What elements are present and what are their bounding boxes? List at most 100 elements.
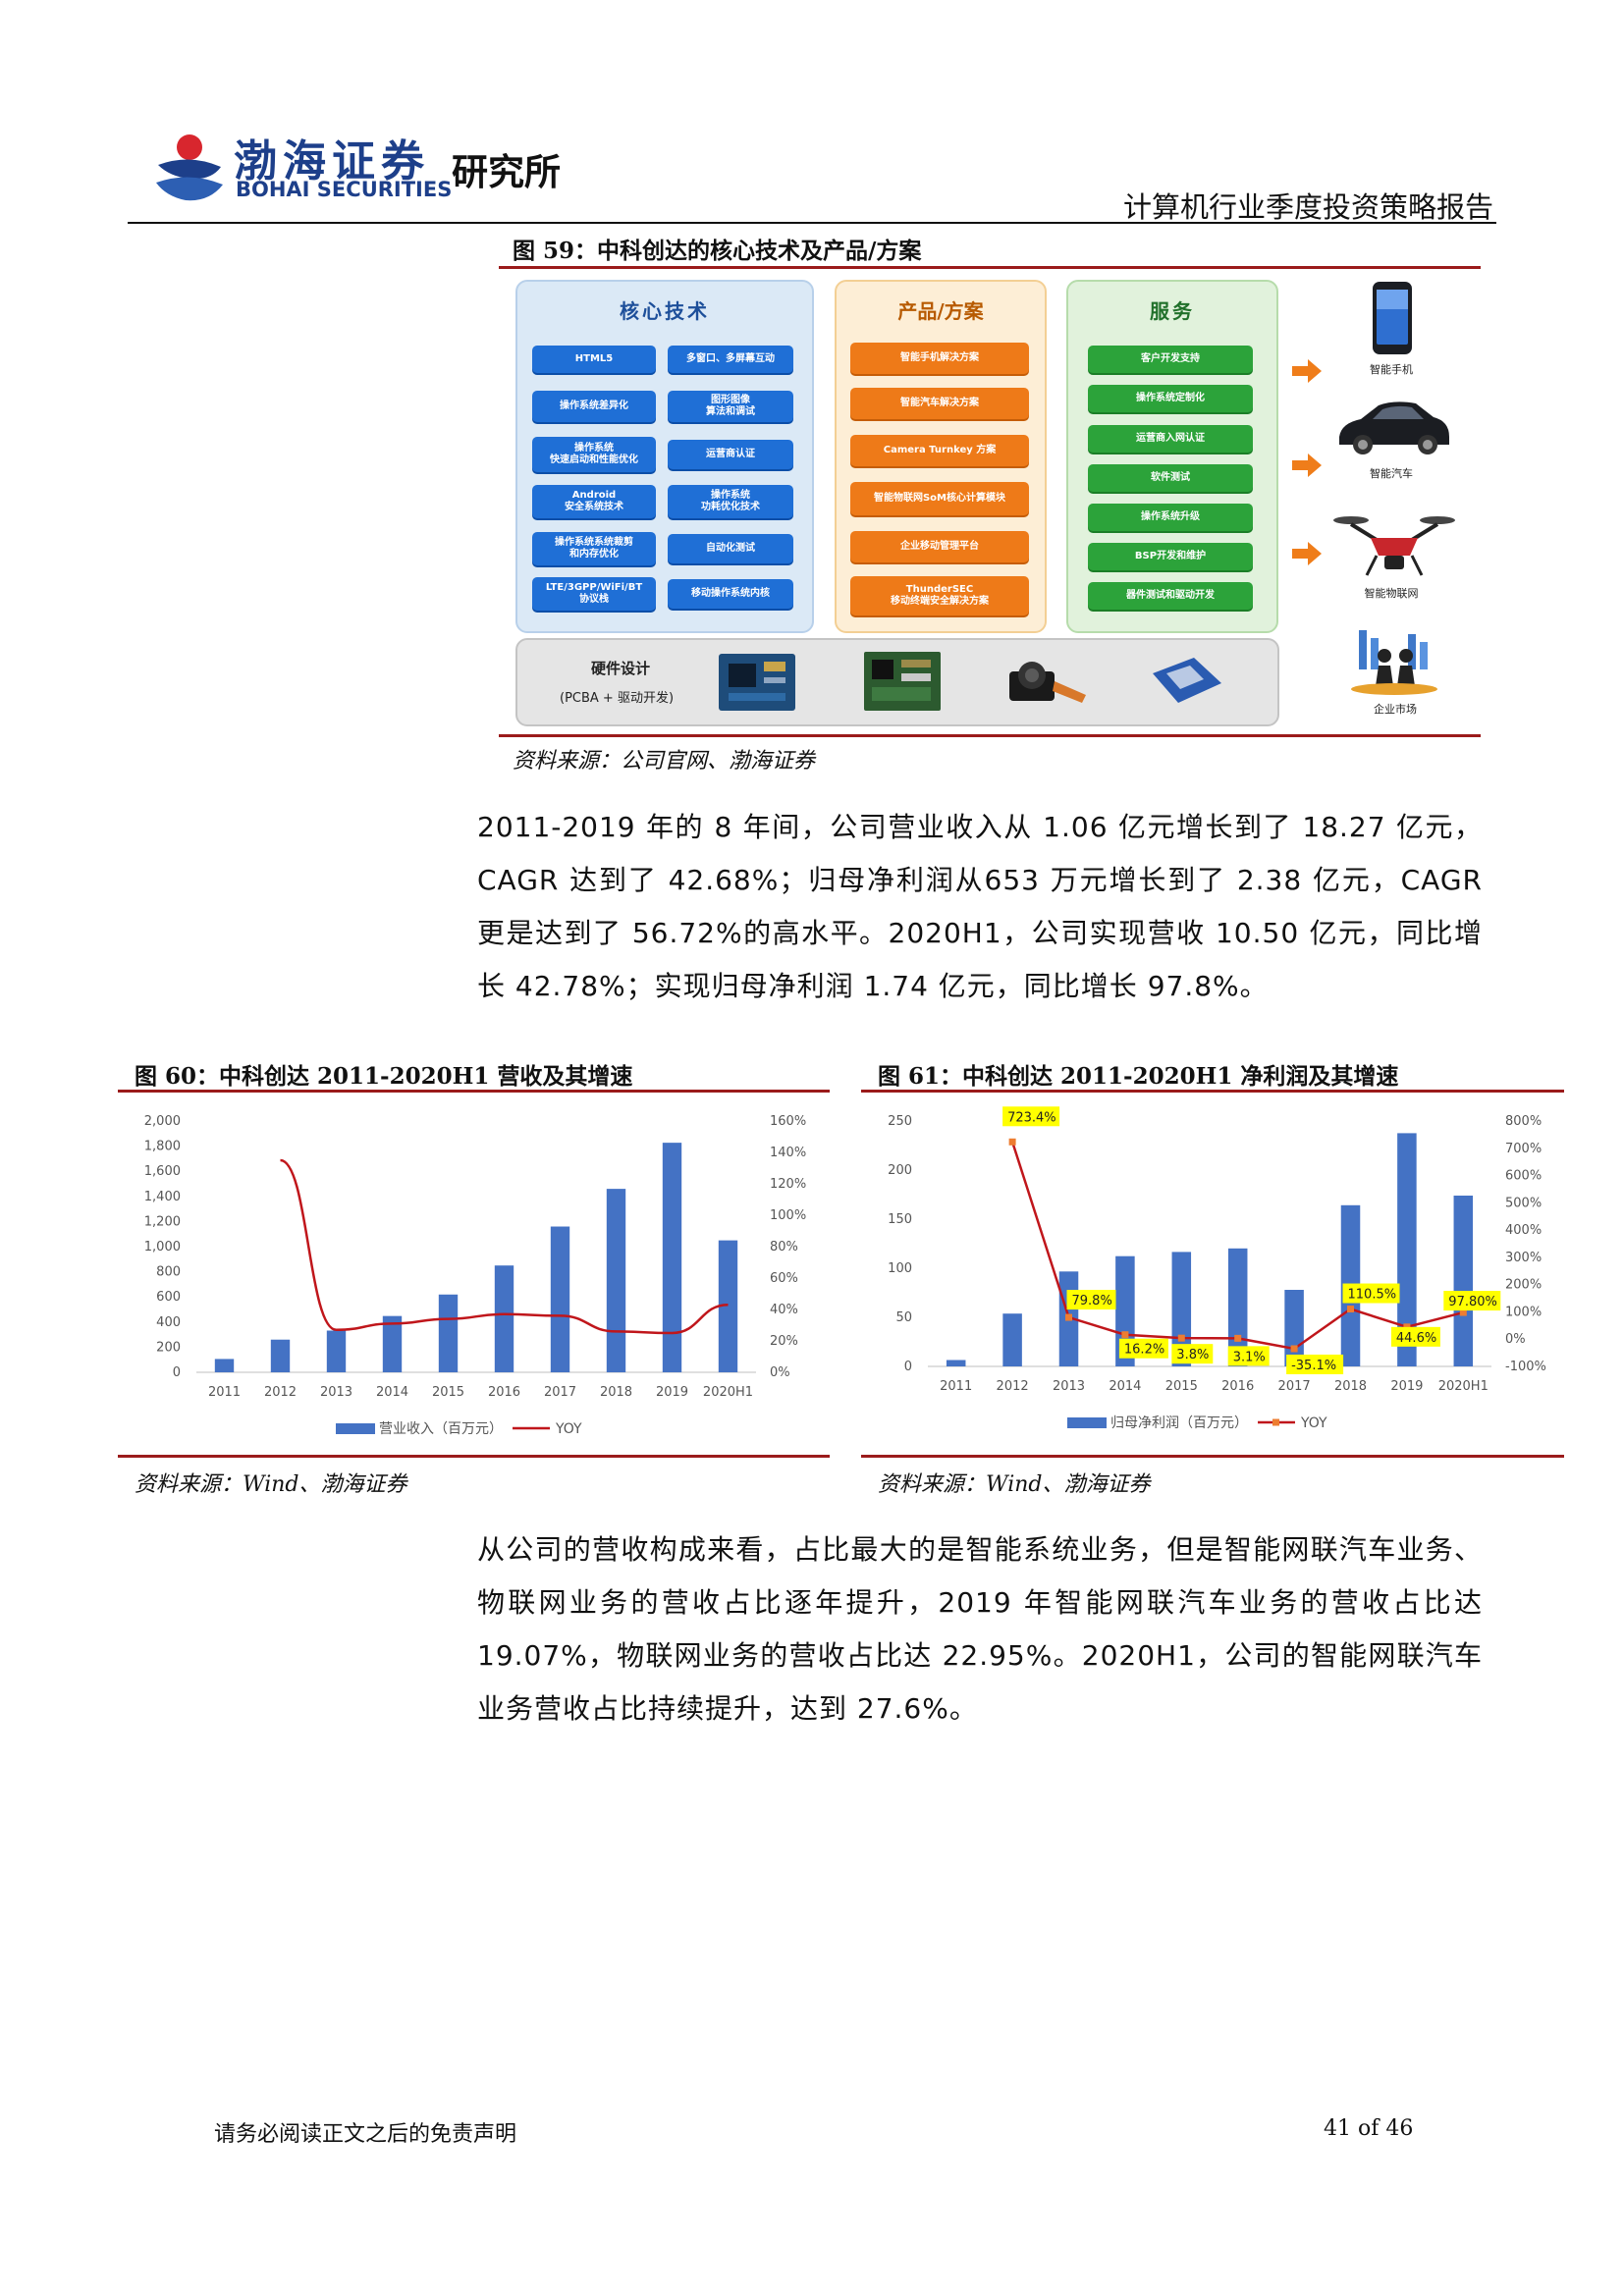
net-profit-chart: 0 50 100 150 200 250 -100% 0% 100% 200% 300% 400% 50… — [888, 1106, 1546, 1431]
product-item: 智能手机解决方案 — [850, 343, 1029, 374]
y-right-tick-label: 500% — [1505, 1196, 1542, 1210]
x-tick-label: 2012 — [997, 1379, 1029, 1394]
x-tick-label: 2017 — [544, 1385, 576, 1400]
product-item: ThunderSEC 移动终端安全解决方案 — [850, 576, 1029, 615]
y-left-tick-label: 250 — [888, 1114, 912, 1129]
institute-name: 研究所 — [452, 151, 561, 193]
figure-59-caption: 图 59：中科创达的核心技术及产品/方案 — [513, 238, 922, 264]
yoy-data-label: 44.6% — [1396, 1331, 1436, 1346]
x-tick-label: 2016 — [488, 1385, 520, 1400]
x-tick-label: 2013 — [320, 1385, 352, 1400]
legend-line-marker — [1272, 1418, 1279, 1426]
service-item: 客户开发支持 — [1088, 346, 1253, 373]
x-tick-label: 2018 — [1334, 1379, 1367, 1394]
bar — [438, 1294, 459, 1372]
bar — [550, 1226, 570, 1372]
y-left-tick-label: 1,000 — [144, 1240, 181, 1255]
camera-module-icon — [1009, 662, 1086, 703]
x-tick-label: 2011 — [208, 1385, 241, 1400]
revenue-chart: 0 200 400 600 800 1,000 1,200 1,400 1,600 1,800 2,… — [144, 1114, 806, 1437]
y-right-tick-label: 800% — [1505, 1114, 1542, 1129]
arrow-right-icon — [1292, 454, 1322, 477]
y-right-tick-label: 80% — [770, 1240, 798, 1255]
core-tech-item: LTE/3GPP/WiFi/BT 协议栈 — [532, 577, 656, 611]
y-right-tick-label: 400% — [1505, 1223, 1542, 1238]
arrow-right-icon — [1292, 542, 1322, 565]
service-item: 运营商入网认证 — [1088, 425, 1253, 453]
x-tick-label: 2014 — [1109, 1379, 1141, 1394]
company-logo — [152, 126, 227, 206]
logo-mark-icon — [156, 134, 223, 201]
core-tech-item: 操作系统系统裁剪 和内存优化 — [532, 532, 656, 565]
y-left-tick-label: 0 — [173, 1365, 181, 1380]
y-right-tick-label: 600% — [1505, 1169, 1542, 1184]
bar — [662, 1143, 682, 1372]
y-left-tick-label: 100 — [888, 1261, 912, 1276]
hardware-title: 硬件设计 — [591, 660, 651, 677]
y-right-tick-label: 200% — [1505, 1278, 1542, 1293]
header-rule — [128, 222, 1496, 224]
product-item: 企业移动管理平台 — [850, 531, 1029, 562]
disclaimer-note: 请务必阅读正文之后的免责声明 — [214, 2122, 517, 2147]
core-tech-item: 操作系统 功耗优化技术 — [668, 485, 793, 518]
core-tech-item: 移动操作系统内核 — [668, 579, 793, 609]
core-tech-title: 核心技术 — [620, 299, 710, 323]
y-left-tick-label: 1,800 — [144, 1140, 181, 1154]
logo-english-name: BOHAI SECURITIES — [236, 178, 453, 201]
x-tick-label: 2015 — [432, 1385, 464, 1400]
figure-60-source: 资料来源：Wind、渤海证券 — [135, 1472, 407, 1497]
y-left-tick-label: 50 — [895, 1310, 912, 1325]
core-tech-item: 自动化测试 — [668, 534, 793, 563]
hardware-subtitle: (PCBA + 驱动开发) — [560, 691, 675, 706]
x-tick-label: 2016 — [1221, 1379, 1254, 1394]
x-tick-label: 2020H1 — [1438, 1379, 1489, 1394]
x-tick-label: 2019 — [1390, 1379, 1423, 1394]
y-right-tick-label: -100% — [1505, 1360, 1546, 1374]
yoy-data-label: 110.5% — [1348, 1288, 1397, 1303]
bar — [494, 1265, 514, 1372]
figure-60-caption: 图 60：中科创达 2011-2020H1 营收及其增速 — [135, 1063, 633, 1090]
bar — [326, 1330, 347, 1372]
figure-60-top-rule — [118, 1090, 830, 1093]
legend-line-label: YOY — [1300, 1415, 1327, 1431]
market-label-smartphone: 智能手机 — [1370, 363, 1413, 376]
yoy-marker — [1008, 1138, 1016, 1146]
enterprise-icon — [1351, 630, 1437, 695]
core-tech-item: Android 安全系统技术 — [532, 485, 656, 518]
circuit-board-icon — [719, 654, 795, 711]
body-paragraph-1: 2011-2019 年的 8 年间，公司营业收入从 1.06 亿元增长到了 18… — [477, 811, 1483, 1002]
x-tick-label: 2017 — [1278, 1379, 1311, 1394]
x-tick-label: 2015 — [1165, 1379, 1198, 1394]
y-right-tick-label: 140% — [770, 1146, 806, 1160]
service-item: 器件测试和驱动开发 — [1088, 582, 1253, 610]
y-left-tick-label: 200 — [156, 1340, 181, 1355]
yoy-data-label: 3.8% — [1176, 1348, 1209, 1362]
y-left-tick-label: 800 — [156, 1265, 181, 1280]
y-right-tick-label: 700% — [1505, 1142, 1542, 1156]
market-label-iot: 智能物联网 — [1364, 587, 1419, 600]
yoy-data-label: 16.2% — [1124, 1343, 1164, 1358]
y-right-tick-label: 100% — [770, 1208, 806, 1223]
yoy-marker — [1121, 1331, 1129, 1339]
figure-61-source: 资料来源：Wind、渤海证券 — [878, 1472, 1151, 1497]
legend-bar-label: 营业收入（百万元） — [379, 1421, 503, 1437]
y-left-tick-label: 400 — [156, 1315, 181, 1330]
service-item: 操作系统定制化 — [1088, 385, 1253, 412]
yoy-marker — [1234, 1334, 1242, 1342]
figure-61-bottom-rule — [861, 1455, 1564, 1458]
market-label-car: 智能汽车 — [1370, 467, 1413, 480]
core-tech-item: HTML5 — [532, 346, 656, 373]
core-tech-item: 运营商认证 — [668, 440, 793, 469]
bar — [606, 1189, 626, 1372]
yoy-data-label: 3.1% — [1233, 1350, 1266, 1364]
yoy-data-label: -35.1% — [1291, 1359, 1336, 1373]
x-tick-label: 2019 — [656, 1385, 688, 1400]
y-right-tick-label: 20% — [770, 1334, 798, 1349]
x-tick-label: 2011 — [940, 1379, 972, 1394]
figure-61-caption: 图 61：中科创达 2011-2020H1 净利润及其增速 — [878, 1063, 1399, 1090]
yoy-data-label: 97.80% — [1448, 1295, 1497, 1309]
x-tick-label: 2018 — [600, 1385, 632, 1400]
figure-59-source: 资料来源：公司官网、渤海证券 — [513, 749, 816, 774]
legend-bar-swatch — [336, 1423, 375, 1434]
y-right-tick-label: 120% — [770, 1177, 806, 1192]
